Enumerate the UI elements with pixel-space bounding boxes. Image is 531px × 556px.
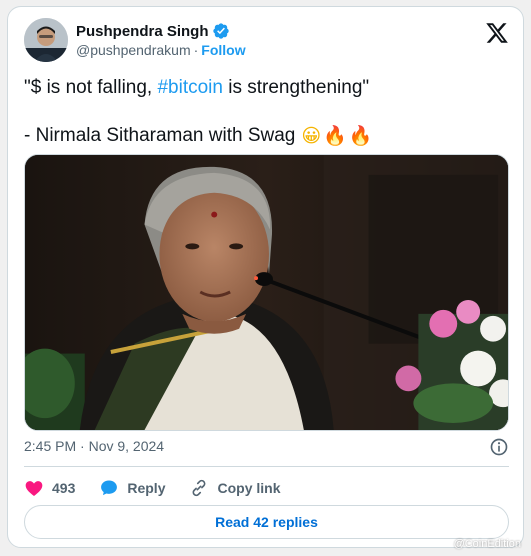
verified-badge-icon (212, 23, 229, 39)
handle-row: @pushpendrakum · Follow (76, 42, 246, 58)
reply-bubble-icon (101, 480, 118, 496)
photo-speaker-at-microphone (25, 155, 508, 430)
tweet-header: Pushpendra Singh @pushpendrakum · Follow (24, 17, 509, 63)
divider (24, 466, 509, 467)
tweet-line-2: - Nirmala Sitharaman with Swag 😀 🔥 🔥 (24, 123, 509, 149)
handle[interactable]: @pushpendrakum (76, 42, 191, 58)
follow-button[interactable]: Follow (201, 42, 245, 58)
tweet-text: "$ is not falling, #bitcoin is strengthe… (24, 75, 509, 149)
hashtag-link[interactable]: #bitcoin (157, 77, 223, 98)
name-row: Pushpendra Singh (76, 21, 230, 41)
read-replies-button[interactable]: Read 42 replies (24, 505, 509, 539)
fire-emoji-icon: 🔥 (323, 125, 347, 147)
grinning-face-emoji-icon: 😀 (301, 125, 322, 147)
copy-link-button[interactable]: Copy link (189, 478, 281, 498)
avatar[interactable] (24, 18, 68, 62)
tweet-line-1-prefix: "$ is not falling, (24, 77, 158, 98)
tweet-photo[interactable] (24, 154, 509, 431)
handle-separator: · (193, 42, 199, 58)
timestamp-row: 2:45 PM · Nov 9, 2024 (24, 438, 509, 458)
watermark: @CoinEdition (453, 538, 521, 550)
tweet-line-2-text: - Nirmala Sitharaman with Swag (24, 125, 296, 146)
info-icon[interactable] (489, 437, 509, 457)
timestamp[interactable]: 2:45 PM · Nov 9, 2024 (24, 438, 164, 454)
fire-emoji-icon: 🔥 (348, 125, 373, 147)
tweet-card: Pushpendra Singh @pushpendrakum · Follow "… (7, 6, 524, 548)
display-name[interactable]: Pushpendra Singh (76, 23, 209, 40)
link-icon (193, 479, 206, 497)
reply-button[interactable]: Reply (99, 478, 165, 498)
avatar-image (24, 18, 68, 62)
tweet-line-1-suffix: is strengthening" (222, 77, 370, 98)
reply-label: Reply (127, 480, 166, 496)
tweet-line-1: "$ is not falling, #bitcoin is strengthe… (24, 75, 509, 101)
heart-icon (25, 481, 43, 496)
like-count: 493 (52, 480, 76, 496)
emoji-group: 😀 🔥 🔥 (301, 123, 372, 149)
action-bar: 493 Reply Copy link (24, 476, 305, 500)
copy-link-label: Copy link (217, 480, 281, 496)
x-logo-icon[interactable] (485, 21, 509, 45)
like-button[interactable]: 493 (24, 478, 75, 498)
